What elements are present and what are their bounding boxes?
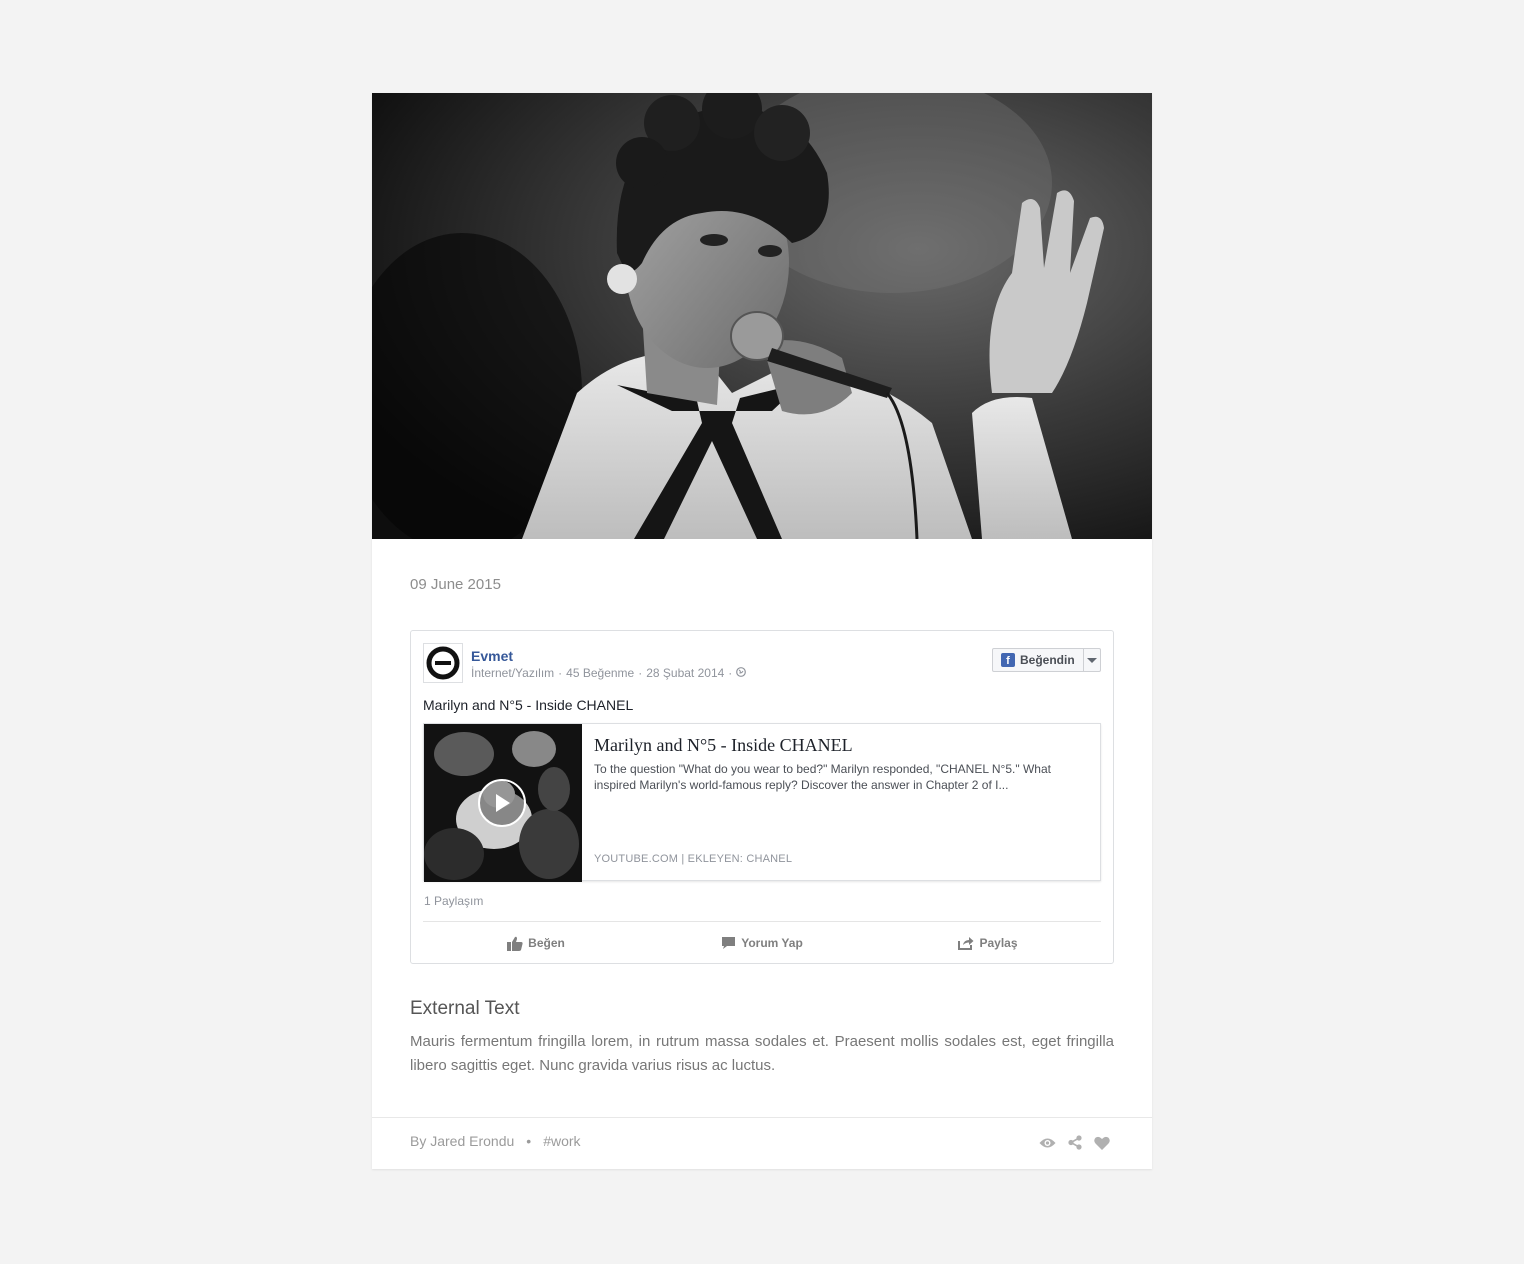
play-icon (496, 794, 510, 812)
like-dropdown-button[interactable] (1084, 649, 1100, 671)
like-button-main[interactable]: f Beğendin (993, 649, 1084, 671)
section-title: External Text (410, 998, 520, 1019)
footer-actions (1039, 1135, 1110, 1150)
globe-icon (736, 666, 747, 680)
evmet-logo-icon (426, 646, 460, 680)
link-preview[interactable]: Marilyn and N°5 - Inside CHANEL To the q… (423, 723, 1101, 882)
heart-icon[interactable] (1094, 1136, 1110, 1150)
comment-icon (722, 937, 736, 949)
post-byline: By Jared Erondu • #work (410, 1133, 581, 1149)
post-date: 09 June 2015 (410, 576, 501, 593)
eye-icon[interactable] (1039, 1137, 1056, 1149)
caret-down-icon (1086, 657, 1097, 663)
comment-action-label: Yorum Yap (741, 936, 803, 950)
comment-action-button[interactable]: Yorum Yap (649, 931, 875, 955)
post-card: 09 June 2015 Evmet İnternet/Yazılım · 45… (372, 93, 1152, 1169)
section-body: Mauris fermentum fringilla lorem, in rut… (410, 1033, 1114, 1074)
video-thumbnail[interactable] (424, 724, 582, 882)
thumbs-up-icon (507, 936, 523, 951)
page-avatar[interactable] (423, 643, 463, 683)
page-like-button[interactable]: f Beğendin (992, 648, 1101, 672)
meta-separator: · (728, 666, 733, 680)
share-nodes-icon[interactable] (1068, 1135, 1082, 1150)
share-icon (958, 937, 974, 950)
facebook-embed: Evmet İnternet/Yazılım · 45 Beğenme · 28… (410, 630, 1114, 964)
post-actions: Beğen Yorum Yap Paylaş (423, 931, 1101, 955)
post-text: Marilyn and N°5 - Inside CHANEL (423, 697, 634, 713)
share-action-label: Paylaş (979, 936, 1018, 950)
meta-separator: · (638, 666, 643, 680)
hero-image (372, 93, 1152, 539)
like-action-label: Beğen (528, 936, 565, 950)
page-likes: 45 Beğenme (566, 666, 635, 680)
post-meta: İnternet/Yazılım · 45 Beğenme · 28 Şubat… (471, 666, 747, 680)
meta-separator: · (558, 666, 563, 680)
share-action-button[interactable]: Paylaş (875, 931, 1101, 955)
page-name-link[interactable]: Evmet (471, 648, 513, 664)
like-action-button[interactable]: Beğen (423, 931, 649, 955)
byline-separator: • (526, 1133, 532, 1149)
link-title[interactable]: Marilyn and N°5 - Inside CHANEL (594, 735, 853, 756)
link-description: To the question "What do you wear to bed… (594, 762, 1051, 792)
facebook-icon: f (1001, 653, 1015, 667)
play-button[interactable] (478, 779, 526, 827)
shares-count[interactable]: 1 Paylaşım (424, 894, 483, 908)
divider (423, 921, 1101, 922)
singer-photo (372, 93, 1152, 539)
like-button-label: Beğendin (1020, 653, 1075, 667)
author-link[interactable]: By Jared Erondu (410, 1133, 514, 1149)
link-source: YOUTUBE.COM | EKLEYEN: CHANEL (594, 853, 793, 865)
page-category: İnternet/Yazılım (471, 666, 555, 680)
tag-link[interactable]: #work (543, 1133, 580, 1149)
post-timestamp-link[interactable]: 28 Şubat 2014 (646, 666, 724, 680)
card-footer: By Jared Erondu • #work (372, 1117, 1152, 1169)
